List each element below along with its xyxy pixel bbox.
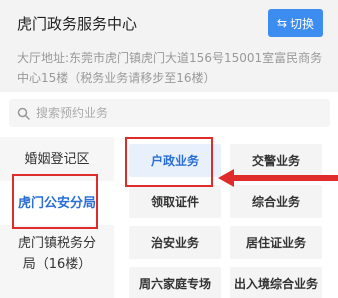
search-bar[interactable] (9, 99, 330, 127)
swap-arrows-icon: ⇆ (276, 16, 288, 30)
center-name: 虎门政务服务中心 (17, 15, 138, 33)
service-public-security[interactable]: 治安业务 (129, 226, 221, 259)
department-sidebar: 婚姻登记区 虎门公安分局 虎门镇税务分局（16楼） (0, 137, 114, 298)
hall-address: 大厅地址:东莞市虎门镇虎门大道156号15001室富民商务中心15楼（税务业务请… (17, 51, 323, 85)
page-header: 虎门政务服务中心 ⇆ 切换 大厅地址:东莞市虎门镇虎门大道156号15001室富… (0, 0, 338, 92)
service-comprehensive[interactable]: 综合业务 (230, 185, 322, 218)
search-input[interactable] (36, 106, 296, 120)
red-arrow-icon (218, 169, 338, 187)
switch-button[interactable]: ⇆ 切换 (268, 9, 323, 37)
service-entry-exit[interactable]: 出入境综合业务 (230, 267, 322, 298)
service-household-registration[interactable]: 户政业务 (129, 144, 221, 177)
sidebar-item-marriage-registration[interactable]: 婚姻登记区 (0, 137, 114, 181)
service-residence-permit[interactable]: 居住证业务 (230, 226, 322, 259)
sidebar-item-humen-tax[interactable]: 虎门镇税务分局（16楼） (0, 229, 114, 279)
main-layout: 婚姻登记区 虎门公安分局 虎门镇税务分局（16楼） 户政业务 交警业务 领取证件… (0, 137, 338, 298)
service-saturday-family[interactable]: 周六家庭专场 (129, 267, 221, 298)
search-icon (17, 107, 30, 120)
sidebar-item-humen-police[interactable]: 虎门公安分局 (0, 181, 114, 225)
switch-button-label: 切换 (290, 16, 315, 31)
service-collect-certificate[interactable]: 领取证件 (129, 185, 221, 218)
service-grid: 户政业务 交警业务 领取证件 综合业务 治安业务 居住证业务 周六家庭专场 出入… (114, 137, 338, 298)
